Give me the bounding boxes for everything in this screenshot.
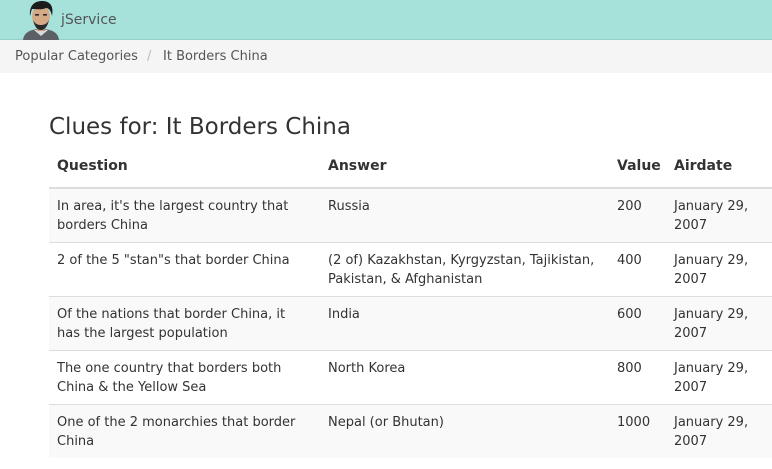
breadcrumb: Popular Categories / It Borders China <box>0 40 772 73</box>
column-header-answer: Answer <box>320 149 609 189</box>
airdate-cell: January 29, 2007 <box>666 296 772 351</box>
airdate-cell: January 29, 2007 <box>666 404 772 458</box>
clues-table: Question Answer Value Airdate In area, i… <box>49 149 772 458</box>
table-row: The one country that borders both China … <box>49 350 772 405</box>
brand-link[interactable]: jService <box>61 12 117 28</box>
table-row: 2 of the 5 "stan"s that border China (2 … <box>49 242 772 297</box>
answer-cell: India <box>320 296 609 351</box>
question-cell: The one country that borders both China … <box>49 350 320 405</box>
table-header-row: Question Answer Value Airdate <box>49 149 772 189</box>
column-header-value: Value <box>609 149 666 189</box>
airdate-cell: January 29, 2007 <box>666 187 772 243</box>
question-cell: One of the 2 monarchies that border Chin… <box>49 404 320 458</box>
column-header-airdate: Airdate <box>666 149 772 189</box>
value-cell: 200 <box>609 187 666 243</box>
table-row: Of the nations that border China, it has… <box>49 296 772 351</box>
table-row: One of the 2 monarchies that border Chin… <box>49 404 772 458</box>
column-header-question: Question <box>49 149 320 189</box>
breadcrumb-current: It Borders China <box>163 49 268 64</box>
answer-cell: Nepal (or Bhutan) <box>320 404 609 458</box>
table-row: In area, it's the largest country that b… <box>49 187 772 243</box>
avatar[interactable] <box>20 0 62 40</box>
value-cell: 400 <box>609 242 666 297</box>
airdate-cell: January 29, 2007 <box>666 350 772 405</box>
answer-cell: (2 of) Kazakhstan, Kyrgyzstan, Tajikista… <box>320 242 609 297</box>
navbar: jService <box>0 0 772 40</box>
question-cell: 2 of the 5 "stan"s that border China <box>49 242 320 297</box>
airdate-cell: January 29, 2007 <box>666 242 772 297</box>
value-cell: 600 <box>609 296 666 351</box>
answer-cell: Russia <box>320 187 609 243</box>
value-cell: 800 <box>609 350 666 405</box>
question-cell: In area, it's the largest country that b… <box>49 187 320 243</box>
answer-cell: North Korea <box>320 350 609 405</box>
portrait-icon <box>23 1 59 40</box>
breadcrumb-separator: / <box>147 49 152 64</box>
value-cell: 1000 <box>609 404 666 458</box>
page-title: Clues for: It Borders China <box>49 114 351 140</box>
breadcrumb-popular-categories[interactable]: Popular Categories <box>15 49 138 64</box>
question-cell: Of the nations that border China, it has… <box>49 296 320 351</box>
